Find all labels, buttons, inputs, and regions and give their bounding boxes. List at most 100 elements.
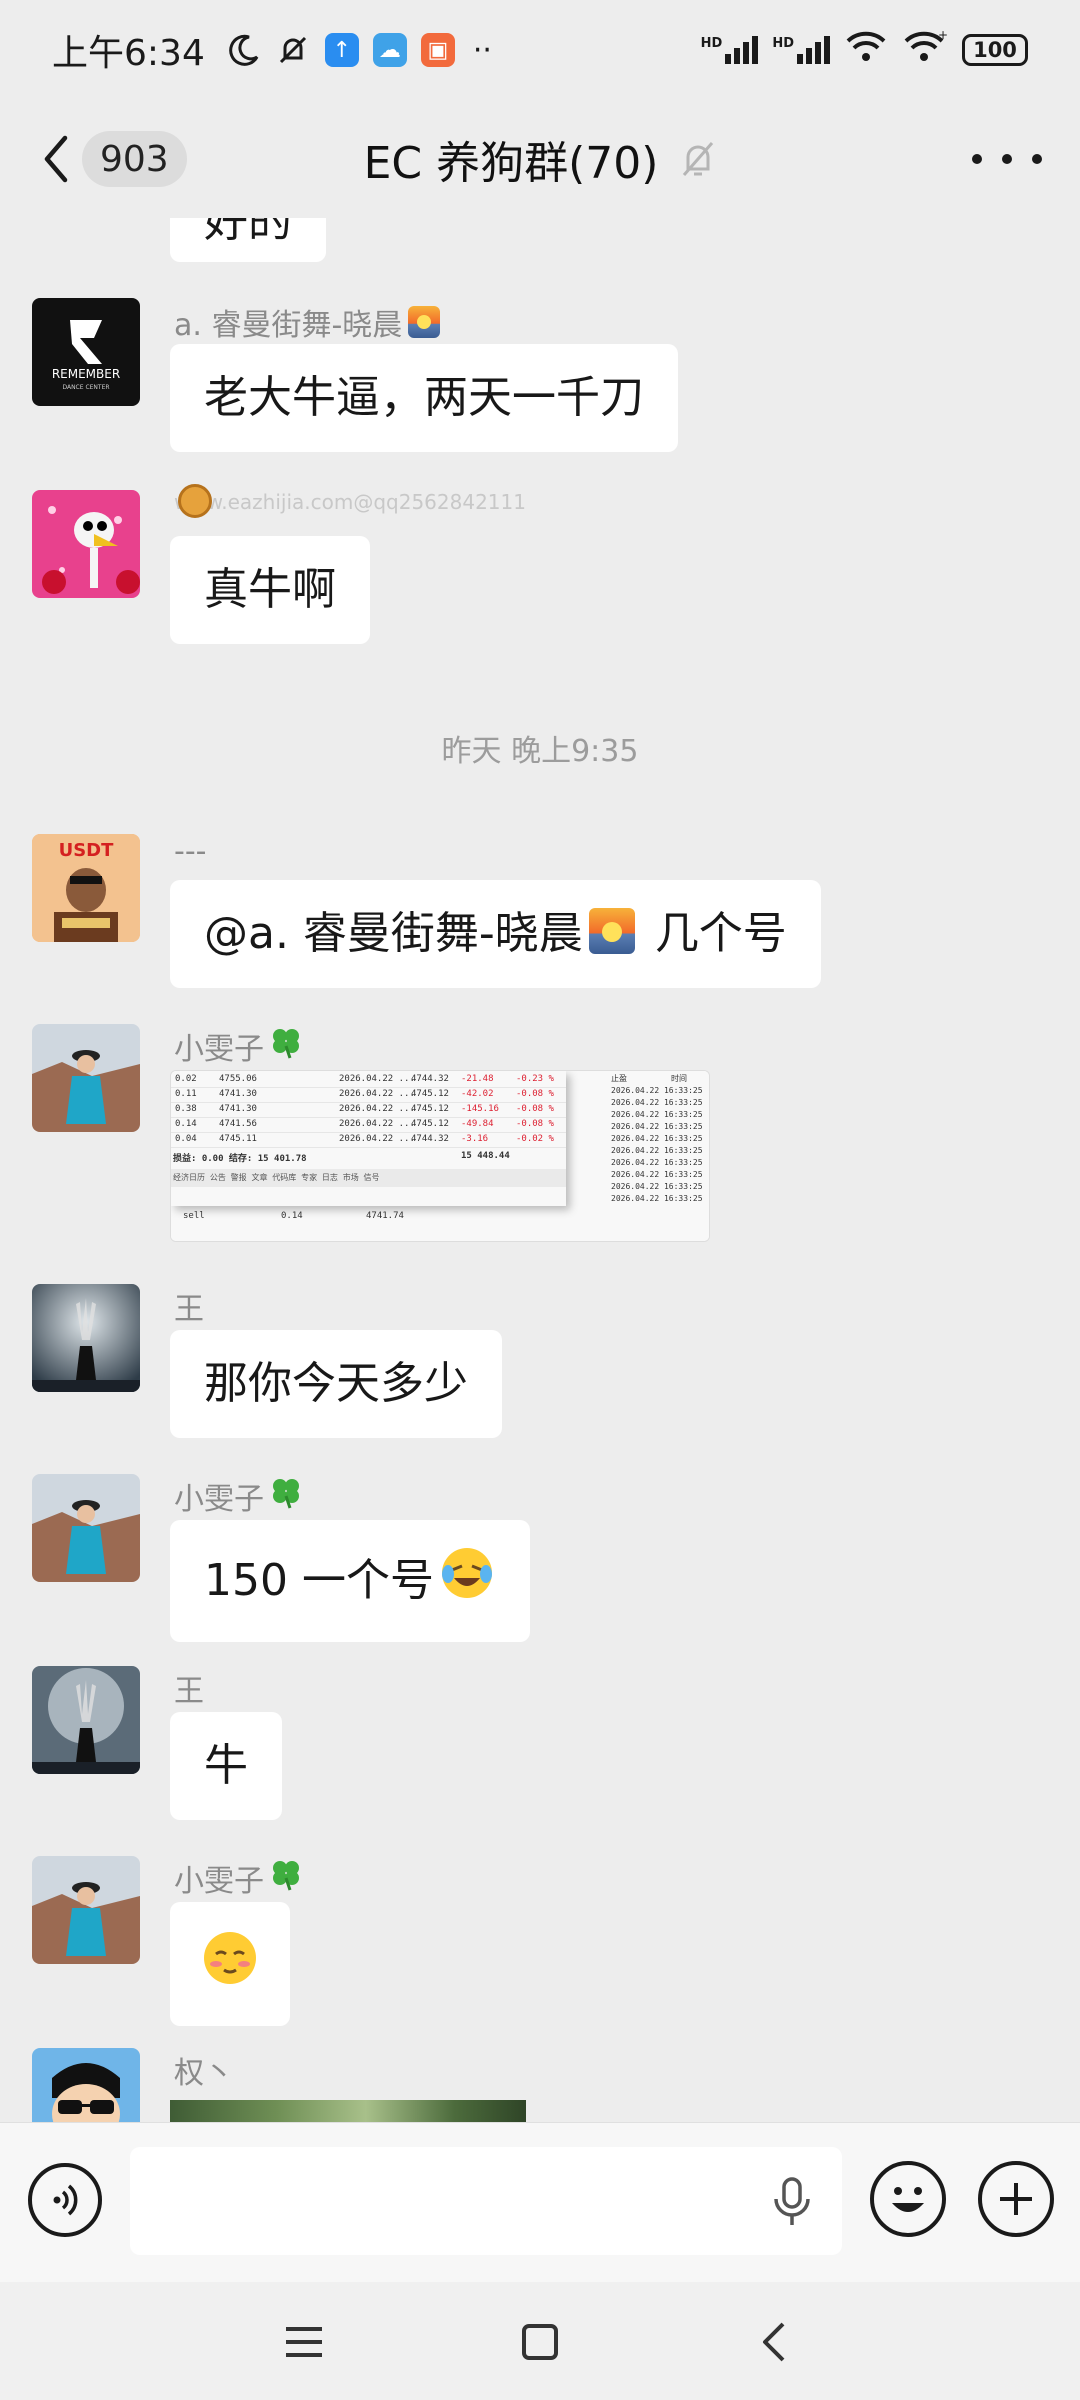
system-navigation-bar (0, 2282, 1080, 2400)
table-cell: 0.02 (175, 1074, 197, 1084)
chevron-left-icon (44, 135, 68, 183)
bottom-row-col-2: 0.14 (281, 1211, 303, 1221)
message-bubble[interactable]: @a. 睿曼街舞-晓晨 几个号 (170, 880, 821, 988)
message-bubble[interactable]: 好的 (170, 218, 326, 262)
svg-text:REMEMBER: REMEMBER (52, 367, 120, 381)
time-cell: 2026.04.22 16:33:25 (611, 1194, 703, 1203)
watermark-text: www.eazhijia.com@qq2562842111 (174, 490, 526, 514)
table-cell: -145.16 (461, 1104, 499, 1114)
plus-icon (1000, 2183, 1032, 2215)
more-actions-button[interactable] (978, 2161, 1054, 2237)
table-row: 0.38 4741.30 2026.04.22 ... 4745.12 -145.16 -… (171, 1103, 566, 1118)
avatar[interactable] (32, 1666, 140, 1774)
system-back-button[interactable] (744, 2312, 804, 2372)
back-button[interactable] (30, 124, 82, 194)
sender-name-text: 小雯子 (174, 1032, 264, 1067)
table-cell: 4744.32 (411, 1134, 449, 1144)
table-cell: 4741.30 (219, 1104, 257, 1114)
more-dots-icon (972, 154, 982, 164)
table-cell: 4745.12 (411, 1104, 449, 1114)
table-cell: -0.08 % (516, 1119, 554, 1129)
message-bubble[interactable]: 真牛啊 (170, 536, 370, 644)
table-cell: 4741.56 (219, 1119, 257, 1129)
avatar[interactable] (32, 1284, 140, 1392)
table-cell: 4745.12 (411, 1089, 449, 1099)
message-bubble[interactable] (170, 1902, 290, 2026)
photo-message[interactable] (170, 2100, 526, 2122)
avatar[interactable]: REMEMBER DANCE CENTER (32, 298, 140, 406)
weather-app-icon: ☁ (372, 33, 407, 67)
message-list[interactable]: 好的 REMEMBER DANCE CENTER a. 睿曼街舞-晓晨 老大牛逼… (0, 218, 1080, 2122)
table-cell: 2026.04.22 ... (339, 1074, 415, 1084)
battery-indicator: 100 (962, 34, 1028, 66)
table-cell: 2026.04.22 ... (339, 1104, 415, 1114)
avatar[interactable] (32, 1474, 140, 1582)
voice-input-button[interactable] (28, 2163, 102, 2237)
home-icon (522, 2324, 558, 2360)
home-button[interactable] (510, 2312, 570, 2372)
emoji-button[interactable] (870, 2161, 946, 2237)
toolbar-text: 经济日历 公告 警报 文章 代码库 专家 日志 市场 信号 (173, 1173, 380, 1182)
avatar[interactable] (32, 2048, 140, 2122)
clover-emoji-icon (268, 1024, 304, 1068)
wifi-icon (844, 29, 888, 72)
image-message[interactable]: 0.02 4755.06 2026.04.22 ... 4744.32 -21.48 -0… (170, 1070, 710, 1242)
message-bubble[interactable]: 牛 (170, 1712, 282, 1820)
table-row: 0.14 4741.56 2026.04.22 ... 4745.12 -49.84 -0… (171, 1118, 566, 1133)
table-cell: 4744.32 (411, 1074, 449, 1084)
table-cell: -21.48 (461, 1074, 494, 1084)
sender-name: 小雯子 (174, 1024, 304, 1068)
svg-text:USDT: USDT (59, 840, 115, 861)
table-cell: -42.02 (461, 1089, 494, 1099)
signal-icon-1: HD (701, 36, 759, 64)
store-app-icon: ▣ (420, 33, 455, 67)
table-cell: -0.08 % (516, 1104, 554, 1114)
voice-icon (53, 2184, 78, 2216)
message-bubble[interactable]: 那你今天多少 (170, 1330, 502, 1438)
message-input[interactable] (130, 2147, 842, 2255)
sender-name: 小雯子 (174, 1474, 304, 1518)
table-cell: 4755.06 (219, 1074, 257, 1084)
mention-text[interactable]: @a. 睿曼街舞-晓晨 (204, 908, 583, 959)
table-cell: -0.02 % (516, 1134, 554, 1144)
message-text: 几个号 (654, 908, 787, 959)
svg-text:DANCE CENTER: DANCE CENTER (62, 384, 109, 391)
time-cell: 2026.04.22 16:33:25 (611, 1098, 703, 1107)
table-row: 0.02 4755.06 2026.04.22 ... 4744.32 -21.48 -0… (171, 1073, 566, 1088)
table-cell: 4745.12 (411, 1119, 449, 1129)
time-cell: 2026.04.22 16:33:25 (611, 1134, 703, 1143)
unread-count-badge[interactable]: 903 (82, 131, 187, 187)
mic-icon[interactable] (770, 2175, 814, 2233)
network-badge-1: HD (700, 36, 723, 51)
trading-screenshot: 0.02 4755.06 2026.04.22 ... 4744.32 -21.48 -0… (171, 1071, 709, 1241)
time-cell: 2026.04.22 16:33:25 (611, 1110, 703, 1119)
sender-name-text: a. 睿曼街舞-晓晨 (174, 308, 403, 343)
table-cell: 0.11 (175, 1089, 197, 1099)
bottom-row-col-3: 4741.74 (366, 1211, 404, 1221)
table-cell: 4745.11 (219, 1134, 257, 1144)
table-cell: 0.04 (175, 1134, 197, 1144)
message-bubble[interactable]: 150 一个号 (170, 1520, 530, 1642)
avatar[interactable] (32, 1024, 140, 1132)
bell-off-icon (680, 139, 716, 179)
sender-name: 王 (174, 1674, 204, 1709)
time-cell: 2026.04.22 16:33:25 (611, 1158, 703, 1167)
time-cell: 2026.04.22 16:33:25 (611, 1182, 703, 1191)
table-cell: 2026.04.22 ... (339, 1089, 415, 1099)
message-text: 150 一个号 (204, 1555, 434, 1606)
avatar[interactable] (32, 1856, 140, 1964)
chat-header: 903 EC 养狗群(70) (0, 100, 1080, 218)
sunrise-emoji-icon (588, 908, 635, 954)
status-bar: 上午6:34 ↑ ☁ ▣ ·· HD HD + 100 (0, 0, 1080, 100)
signal-icon-2: HD (772, 36, 830, 64)
table-cell: -0.23 % (516, 1074, 554, 1084)
avatar[interactable]: USDT (32, 834, 140, 942)
sender-name: 小雯子 (174, 1856, 304, 1900)
sender-name-text: 小雯子 (174, 1482, 264, 1517)
recent-apps-button[interactable] (274, 2312, 334, 2372)
message-bubble[interactable]: 老大牛逼，两天一千刀 (170, 344, 678, 452)
emoji-icon (892, 2187, 924, 2212)
avatar[interactable] (32, 490, 140, 598)
more-options-button[interactable] (972, 136, 1042, 182)
table-cell: -49.84 (461, 1119, 494, 1129)
